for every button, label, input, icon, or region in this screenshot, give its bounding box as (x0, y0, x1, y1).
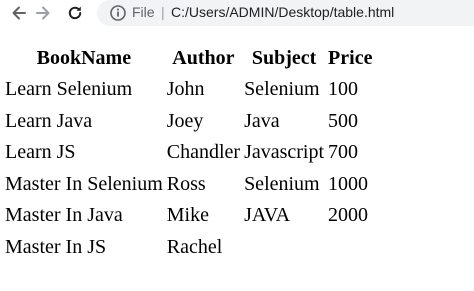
arrow-right-icon (36, 6, 50, 20)
cell-bookname: Master In Selenium (5, 172, 163, 195)
cell-author: John (166, 78, 205, 100)
cell-price: 700 (328, 141, 359, 163)
forward-button[interactable] (30, 2, 56, 24)
cell-price: 100 (328, 78, 359, 100)
cell-author: Mike (166, 204, 209, 226)
cell-bookname: Master In JS (5, 235, 107, 258)
header-subject: Subject (251, 47, 317, 69)
reload-button[interactable] (62, 2, 88, 24)
cell-price (327, 233, 373, 263)
books-table: BookName Author Subject Price Learn Sele… (2, 42, 375, 264)
cell-price: 500 (328, 109, 359, 132)
url-text[interactable]: C:/Users/ADMIN/Desktop/table.html (171, 2, 394, 22)
url-separator: | (161, 4, 165, 20)
cell-bookname: Learn Java (5, 109, 93, 132)
arrow-left-icon (12, 6, 26, 20)
header-price: Price (328, 47, 373, 69)
table-row: Master In Selenium Ross Selenium 1000 (4, 170, 373, 200)
cell-subject (243, 233, 325, 263)
cell-subject: Java (244, 109, 280, 132)
cell-subject: Selenium (244, 78, 320, 100)
cell-price: 1000 (328, 172, 369, 195)
url-scheme-label: File (132, 4, 155, 20)
cell-price: 2000 (328, 204, 369, 226)
cell-bookname: Learn JS (5, 141, 76, 163)
cell-author: Chandler (166, 141, 241, 163)
back-button[interactable] (6, 2, 32, 24)
header-bookname: BookName (36, 47, 132, 69)
cell-author: Ross (166, 172, 206, 195)
cell-subject: JAVA (244, 204, 291, 226)
table-row: Master In JS Rachel (4, 233, 373, 263)
header-author: Author (172, 47, 235, 69)
cell-author: Rachel (166, 235, 223, 258)
table-row: Learn JS Chandler Javascript 700 (4, 138, 373, 168)
browser-toolbar: File | C:/Users/ADMIN/Desktop/table.html (0, 0, 474, 30)
reload-icon (68, 6, 82, 20)
cell-bookname: Master In Java (5, 204, 123, 226)
table-row: Learn Java Joey Java 500 (4, 107, 373, 137)
table-row: Master In Java Mike JAVA 2000 (4, 201, 373, 231)
cell-subject: Selenium (244, 172, 320, 195)
table-row: Learn Selenium John Selenium 100 (4, 75, 373, 105)
cell-subject: Javascript (244, 141, 325, 163)
cell-author: Joey (166, 109, 204, 132)
page-content: BookName Author Subject Price Learn Sele… (0, 42, 474, 264)
table-header-row: BookName Author Subject Price (4, 44, 373, 73)
info-icon[interactable] (108, 3, 128, 23)
cell-bookname: Learn Selenium (5, 78, 133, 100)
